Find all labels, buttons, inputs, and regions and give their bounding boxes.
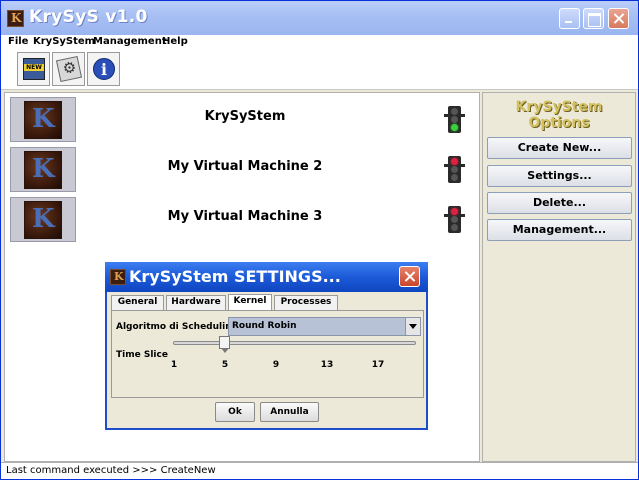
- maximize-button[interactable]: [583, 8, 604, 29]
- traffic-light-icon: [444, 206, 465, 233]
- menu-help[interactable]: Help: [162, 36, 188, 47]
- tab-kernel[interactable]: Kernel: [228, 294, 272, 311]
- kernel-tab-panel: Algoritmo di Scheduling Round Robin Time…: [111, 310, 424, 398]
- cancel-button[interactable]: Annulla: [260, 402, 319, 422]
- tab-hardware[interactable]: Hardware: [166, 295, 226, 310]
- tab-general[interactable]: General: [111, 295, 164, 310]
- menu-krysystem[interactable]: KrySyStem: [33, 36, 95, 47]
- scheduling-label: Algoritmo di Scheduling: [116, 322, 239, 332]
- settings-button[interactable]: Settings...: [487, 165, 632, 187]
- traffic-light-icon: [444, 156, 465, 183]
- window-title: KrySyS v1.0: [29, 7, 148, 27]
- vm-name: KrySyStem: [204, 109, 286, 124]
- new-machine-icon: [23, 58, 45, 80]
- tab-processes[interactable]: Processes: [274, 295, 338, 310]
- vm-name: My Virtual Machine 3: [167, 209, 323, 224]
- scheduling-select[interactable]: Round Robin: [228, 317, 421, 336]
- time-slice-tick: 9: [272, 360, 280, 370]
- scheduling-value: Round Robin: [232, 321, 297, 331]
- info-button[interactable]: [87, 52, 120, 86]
- options-panel: KrySyStem Options Create New... Settings…: [482, 92, 636, 462]
- menu-file[interactable]: File: [8, 36, 28, 47]
- time-slice-tick: 1: [170, 360, 178, 370]
- status-text: Last command executed >>> CreateNew: [6, 465, 216, 476]
- krysys-logo-icon: [24, 201, 62, 239]
- vm-thumbnail[interactable]: [10, 147, 76, 192]
- create-new-button[interactable]: Create New...: [487, 137, 632, 159]
- settings-toolbar-button[interactable]: [52, 52, 85, 86]
- toolbar: [1, 50, 638, 90]
- vm-row[interactable]: My Virtual Machine 2: [5, 145, 479, 193]
- time-slice-slider-thumb[interactable]: [219, 336, 230, 353]
- vm-thumbnail[interactable]: [10, 97, 76, 142]
- management-button[interactable]: Management...: [487, 219, 632, 241]
- options-title: KrySyStem Options: [515, 99, 603, 131]
- menu-bar: File KrySyStem Management Help: [1, 35, 638, 50]
- title-bar[interactable]: KrySyS v1.0: [1, 1, 638, 35]
- vm-row[interactable]: My Virtual Machine 3: [5, 195, 479, 243]
- info-icon: [93, 58, 115, 80]
- vm-name: My Virtual Machine 2: [167, 159, 323, 174]
- settings-dialog: KrySyStem SETTINGS... General Hardware K…: [105, 262, 428, 430]
- status-bar: Last command executed >>> CreateNew: [1, 462, 638, 479]
- time-slice-label: Time Slice: [116, 350, 168, 360]
- time-slice-tick: 13: [320, 360, 334, 370]
- time-slice-slider[interactable]: [173, 341, 416, 345]
- close-button[interactable]: [608, 8, 629, 29]
- time-slice-tick: 5: [221, 360, 229, 370]
- traffic-light-icon: [444, 106, 465, 133]
- new-machine-button[interactable]: [17, 52, 50, 86]
- settings-icon: [55, 55, 83, 83]
- app-logo-icon: [110, 269, 126, 285]
- vm-row[interactable]: KrySyStem: [5, 95, 479, 143]
- dialog-close-button[interactable]: [399, 266, 420, 287]
- app-logo-icon: [7, 10, 24, 27]
- vm-thumbnail[interactable]: [10, 197, 76, 242]
- delete-button[interactable]: Delete...: [487, 192, 632, 214]
- dialog-title: KrySyStem SETTINGS...: [129, 267, 341, 286]
- krysys-logo-icon: [24, 101, 62, 139]
- chevron-down-icon[interactable]: [405, 318, 420, 335]
- dialog-title-bar[interactable]: KrySyStem SETTINGS...: [105, 262, 428, 292]
- time-slice-tick: 17: [371, 360, 385, 370]
- krysys-logo-icon: [24, 151, 62, 189]
- ok-button[interactable]: Ok: [215, 402, 255, 422]
- menu-management[interactable]: Management: [93, 36, 167, 47]
- minimize-button[interactable]: [559, 8, 580, 29]
